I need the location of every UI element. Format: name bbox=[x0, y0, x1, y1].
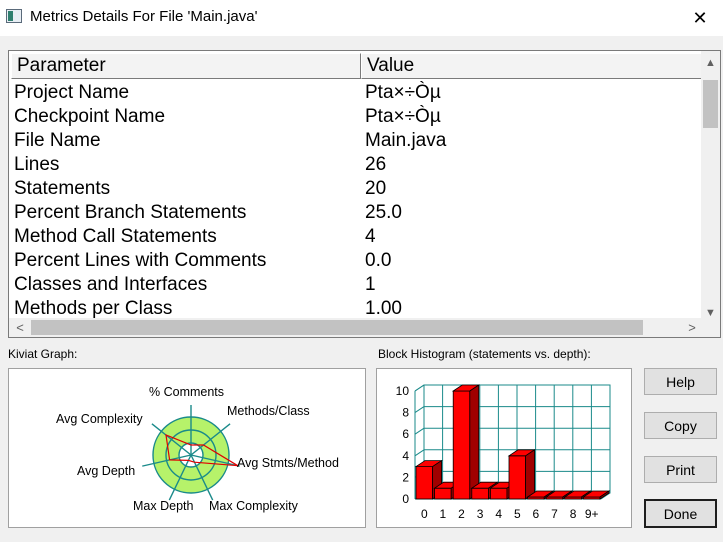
axis-label-comments: % Comments bbox=[149, 385, 224, 399]
histogram-axis bbox=[414, 384, 425, 392]
histogram-y-tick-label: 0 bbox=[402, 492, 409, 506]
scroll-right-icon[interactable]: > bbox=[683, 318, 701, 337]
histogram-x-tick-label: 3 bbox=[477, 507, 484, 521]
column-header-parameter[interactable]: Parameter bbox=[11, 53, 361, 79]
histogram-y-tick-label: 8 bbox=[402, 406, 409, 420]
table-row[interactable]: Percent Branch Statements 25.0 bbox=[14, 201, 704, 225]
parameter-cell: Checkpoint Name bbox=[14, 106, 166, 127]
table-row[interactable]: File Name Main.java bbox=[14, 129, 704, 153]
histogram-x-tick-label: 5 bbox=[514, 507, 521, 521]
histogram-gridline bbox=[414, 406, 425, 414]
block-histogram: 02468100 1 2 3 4 5 6 7 8 9+ bbox=[396, 384, 611, 521]
table-row[interactable]: Percent Lines with Comments 0.0 bbox=[14, 249, 704, 273]
kiviat-panel: % Comments Methods/Class Avg Stmts/Metho… bbox=[8, 368, 366, 528]
histogram-bar bbox=[415, 466, 434, 500]
scroll-up-icon[interactable]: ▲ bbox=[701, 54, 720, 71]
histogram-y-tick-label: 4 bbox=[402, 449, 409, 463]
horizontal-scroll-thumb[interactable] bbox=[31, 320, 643, 335]
title-bar: Metrics Details For File 'Main.java' ✕ bbox=[0, 0, 723, 36]
histogram-bar bbox=[490, 487, 508, 500]
histogram-bar bbox=[452, 390, 471, 500]
histogram-bar bbox=[434, 487, 452, 500]
parameter-cell: Method Call Statements bbox=[14, 226, 217, 247]
axis-label-max-complexity: Max Complexity bbox=[209, 499, 299, 513]
column-header-value[interactable]: Value bbox=[361, 53, 702, 79]
kiviat-label: Kiviat Graph: bbox=[8, 347, 78, 361]
table-row[interactable]: Checkpoint Name Pta×÷Òµ bbox=[14, 105, 704, 129]
parameter-cell: Statements bbox=[14, 178, 111, 199]
window-title: Metrics Details For File 'Main.java' bbox=[30, 8, 258, 25]
histogram-bar bbox=[508, 455, 527, 500]
axis-label-avg-complexity: Avg Complexity bbox=[56, 412, 143, 426]
histogram-x-tick-label: 7 bbox=[551, 507, 558, 521]
copy-button[interactable]: Copy bbox=[644, 412, 717, 439]
close-button[interactable]: ✕ bbox=[677, 0, 723, 36]
value-cell: Pta×÷Òµ bbox=[365, 82, 441, 103]
histogram-x-tick-label: 4 bbox=[495, 507, 502, 521]
parameter-cell: Lines bbox=[14, 154, 60, 175]
table-row[interactable]: Lines 26 bbox=[14, 153, 704, 177]
value-cell: Main.java bbox=[365, 130, 447, 151]
value-cell: 26 bbox=[365, 154, 387, 175]
histogram-bar-side bbox=[525, 449, 536, 500]
histogram-x-tick-label: 8 bbox=[570, 507, 577, 521]
table-row[interactable]: Method Call Statements 4 bbox=[14, 225, 704, 249]
axis-label-max-depth: Max Depth bbox=[133, 499, 193, 513]
histogram-x-tick-label: 0 bbox=[421, 507, 428, 521]
axis-label-avg-depth: Avg Depth bbox=[77, 464, 135, 478]
table-body: Project Name Pta×÷Òµ Checkpoint Name Pta×÷Ò… bbox=[14, 81, 704, 321]
value-cell: 1 bbox=[365, 274, 376, 295]
table-row[interactable]: Classes and Interfaces 1 bbox=[14, 273, 704, 297]
parameter-cell: File Name bbox=[14, 130, 101, 151]
vertical-scroll-thumb[interactable] bbox=[703, 80, 718, 128]
parameter-cell: Percent Branch Statements bbox=[14, 202, 247, 223]
window-app-icon bbox=[6, 9, 22, 23]
done-button[interactable]: Done bbox=[644, 499, 717, 528]
axis-label-methods-class: Methods/Class bbox=[227, 404, 310, 418]
table-row[interactable]: Project Name Pta×÷Òµ bbox=[14, 81, 704, 105]
histogram-y-tick-label: 6 bbox=[402, 427, 409, 441]
value-cell: 20 bbox=[365, 178, 387, 199]
value-cell: 0.0 bbox=[365, 250, 392, 271]
close-icon: ✕ bbox=[692, 7, 708, 28]
histogram-gridline bbox=[414, 427, 425, 435]
histogram-x-tick-label: 1 bbox=[440, 507, 447, 521]
histogram-x-tick-label: 6 bbox=[533, 507, 540, 521]
horizontal-scrollbar[interactable]: < > bbox=[9, 318, 703, 337]
axis-label-avg-stmts-method: Avg Stmts/Method bbox=[237, 456, 339, 470]
scroll-left-icon[interactable]: < bbox=[11, 318, 29, 337]
kiviat-graph: % Comments Methods/Class Avg Stmts/Metho… bbox=[56, 385, 339, 513]
parameter-cell: Project Name bbox=[14, 82, 130, 103]
histogram-y-tick-label: 2 bbox=[402, 470, 409, 484]
scrollbar-corner bbox=[701, 318, 720, 337]
parameter-cell: Classes and Interfaces bbox=[14, 274, 208, 295]
help-button[interactable]: Help bbox=[644, 368, 717, 395]
histogram-bar bbox=[471, 487, 489, 500]
print-button[interactable]: Print bbox=[644, 456, 717, 483]
histogram-panel: 0 2 4 6 8 10 0 1 2 3 4 5 6 7 8 9+ bbox=[376, 368, 632, 528]
histogram-x-tick-label: 2 bbox=[458, 507, 465, 521]
table-row[interactable]: Statements 20 bbox=[14, 177, 704, 201]
value-cell: 25.0 bbox=[365, 202, 402, 223]
value-cell: 4 bbox=[365, 226, 376, 247]
value-cell: Pta×÷Òµ bbox=[365, 106, 441, 127]
parameter-cell: Percent Lines with Comments bbox=[14, 250, 267, 271]
metrics-table[interactable]: Parameter Value Project Name Pta×÷Òµ Check… bbox=[8, 50, 721, 338]
histogram-bar-side bbox=[469, 384, 480, 500]
vertical-scrollbar[interactable]: ▲ ▼ bbox=[701, 51, 720, 321]
histogram-y-tick-label: 10 bbox=[396, 384, 410, 398]
table-header: Parameter Value bbox=[11, 53, 702, 79]
histogram-gridline bbox=[414, 449, 425, 457]
histogram-label: Block Histogram (statements vs. depth): bbox=[378, 347, 591, 361]
histogram-x-tick-label: 9+ bbox=[585, 507, 599, 521]
